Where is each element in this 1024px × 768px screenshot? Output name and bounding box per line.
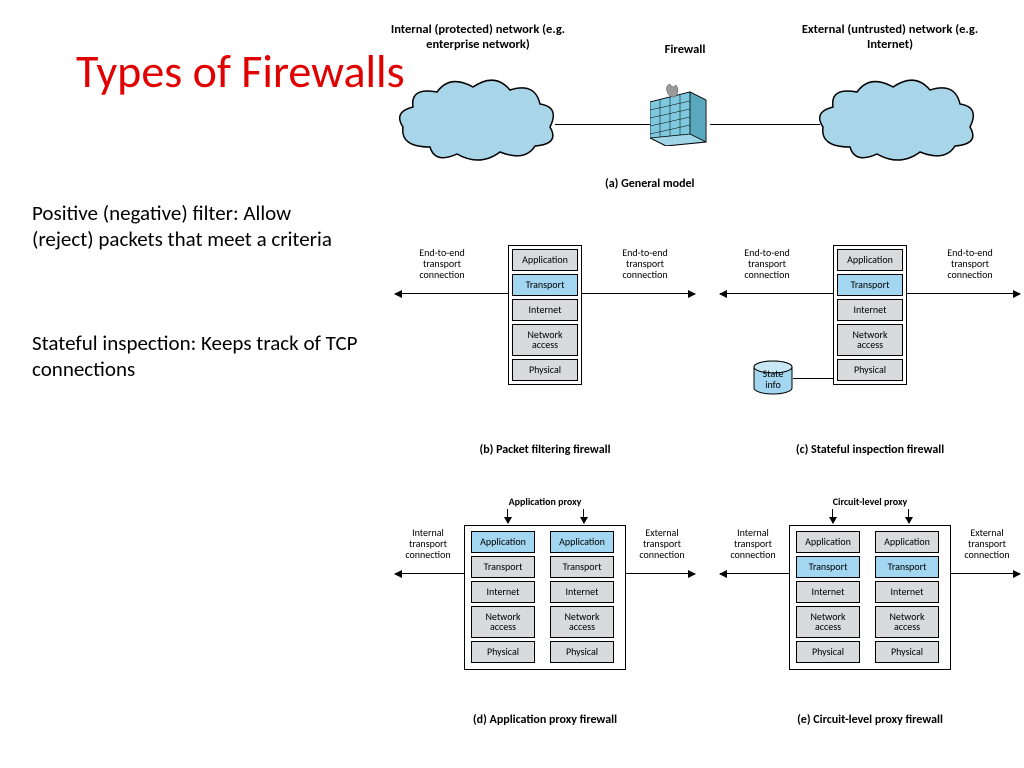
layer-network-access: Network access [796,606,860,638]
label-connection: End-to-end transport connection [732,247,802,280]
layer-network-access: Network access [875,606,939,638]
layer-network-access: Network access [837,324,903,356]
layer-application: Application [796,531,860,553]
layer-physical: Physical [875,641,939,663]
layer-internet: Internet [837,299,903,321]
label-connection: External transport connection [952,527,1022,560]
diagram-general-model: Internal (protected) network (e.g. enter… [395,22,1015,187]
layer-network-access: Network access [471,606,535,638]
cloud-icon [395,72,560,167]
slide-title: Types of Firewalls [76,48,405,96]
layer-application: Application [550,531,614,553]
connection-arrow [950,573,1020,574]
layer-transport: Transport [550,556,614,578]
label-connection: Internal transport connection [393,527,463,560]
diagram-stateful-inspection: End-to-end transport connection End-to-e… [720,225,1020,455]
firewall-icon [650,84,708,146]
diagram-circuit-level-proxy: Circuit-level proxy Internal transport c… [720,495,1020,725]
caption-a: (a) General model [605,177,695,191]
connector-line [793,378,833,379]
body-text-2: Stateful inspection: Keeps track of TCP … [32,330,392,383]
label-connection: End-to-end transport connection [407,247,477,280]
layer-internet: Internet [550,581,614,603]
label-connection: End-to-end transport connection [610,247,680,280]
protocol-stack: Application Transport Internet Network a… [508,245,582,385]
arrow-down-icon [908,509,909,523]
label-connection: External transport connection [627,527,697,560]
layer-network-access: Network access [550,606,614,638]
caption-d: (d) Application proxy firewall [395,713,695,727]
label-application-proxy: Application proxy [485,495,605,508]
connection-arrow [395,573,465,574]
arrow-down-icon [583,509,584,523]
protocol-stack-dual: Application Transport Internet Network a… [789,525,951,670]
caption-e: (e) Circuit-level proxy firewall [720,713,1020,727]
layer-application: Application [471,531,535,553]
layer-physical: Physical [512,359,578,381]
label-state-info: State info [758,368,788,390]
caption-b: (b) Packet filtering firewall [395,443,695,457]
connection-arrow [720,573,790,574]
layer-transport: Transport [875,556,939,578]
label-internal-network: Internal (protected) network (e.g. enter… [383,22,573,52]
layer-application: Application [512,249,578,271]
label-circuit-level-proxy: Circuit-level proxy [810,495,930,508]
layer-physical: Physical [550,641,614,663]
layer-application: Application [875,531,939,553]
label-connection: End-to-end transport connection [935,247,1005,280]
layer-transport: Transport [471,556,535,578]
arrow-down-icon [832,509,833,523]
body-text-1: Positive (negative) filter: Allow (rejec… [32,200,352,253]
layer-transport: Transport [512,274,578,296]
connector-line [710,124,820,125]
protocol-stack-dual: Application Transport Internet Network a… [464,525,626,670]
cloud-icon [815,72,980,167]
connector-line [555,124,650,125]
layer-physical: Physical [471,641,535,663]
layer-internet: Internet [471,581,535,603]
layer-physical: Physical [837,359,903,381]
diagram-application-proxy: Application proxy Internal transport con… [395,495,695,725]
label-firewall: Firewall [645,42,725,57]
connection-arrow [625,573,695,574]
protocol-stack: Application Transport Internet Network a… [833,245,907,385]
layer-application: Application [837,249,903,271]
diagram-packet-filtering: End-to-end transport connection End-to-e… [395,225,695,455]
arrow-down-icon [507,509,508,523]
caption-c: (c) Stateful inspection firewall [720,443,1020,457]
layer-internet: Internet [796,581,860,603]
layer-network-access: Network access [512,324,578,356]
layer-transport: Transport [837,274,903,296]
label-connection: Internal transport connection [718,527,788,560]
label-external-network: External (untrusted) network (e.g. Inter… [795,22,985,52]
layer-physical: Physical [796,641,860,663]
layer-internet: Internet [875,581,939,603]
layer-transport: Transport [796,556,860,578]
layer-internet: Internet [512,299,578,321]
